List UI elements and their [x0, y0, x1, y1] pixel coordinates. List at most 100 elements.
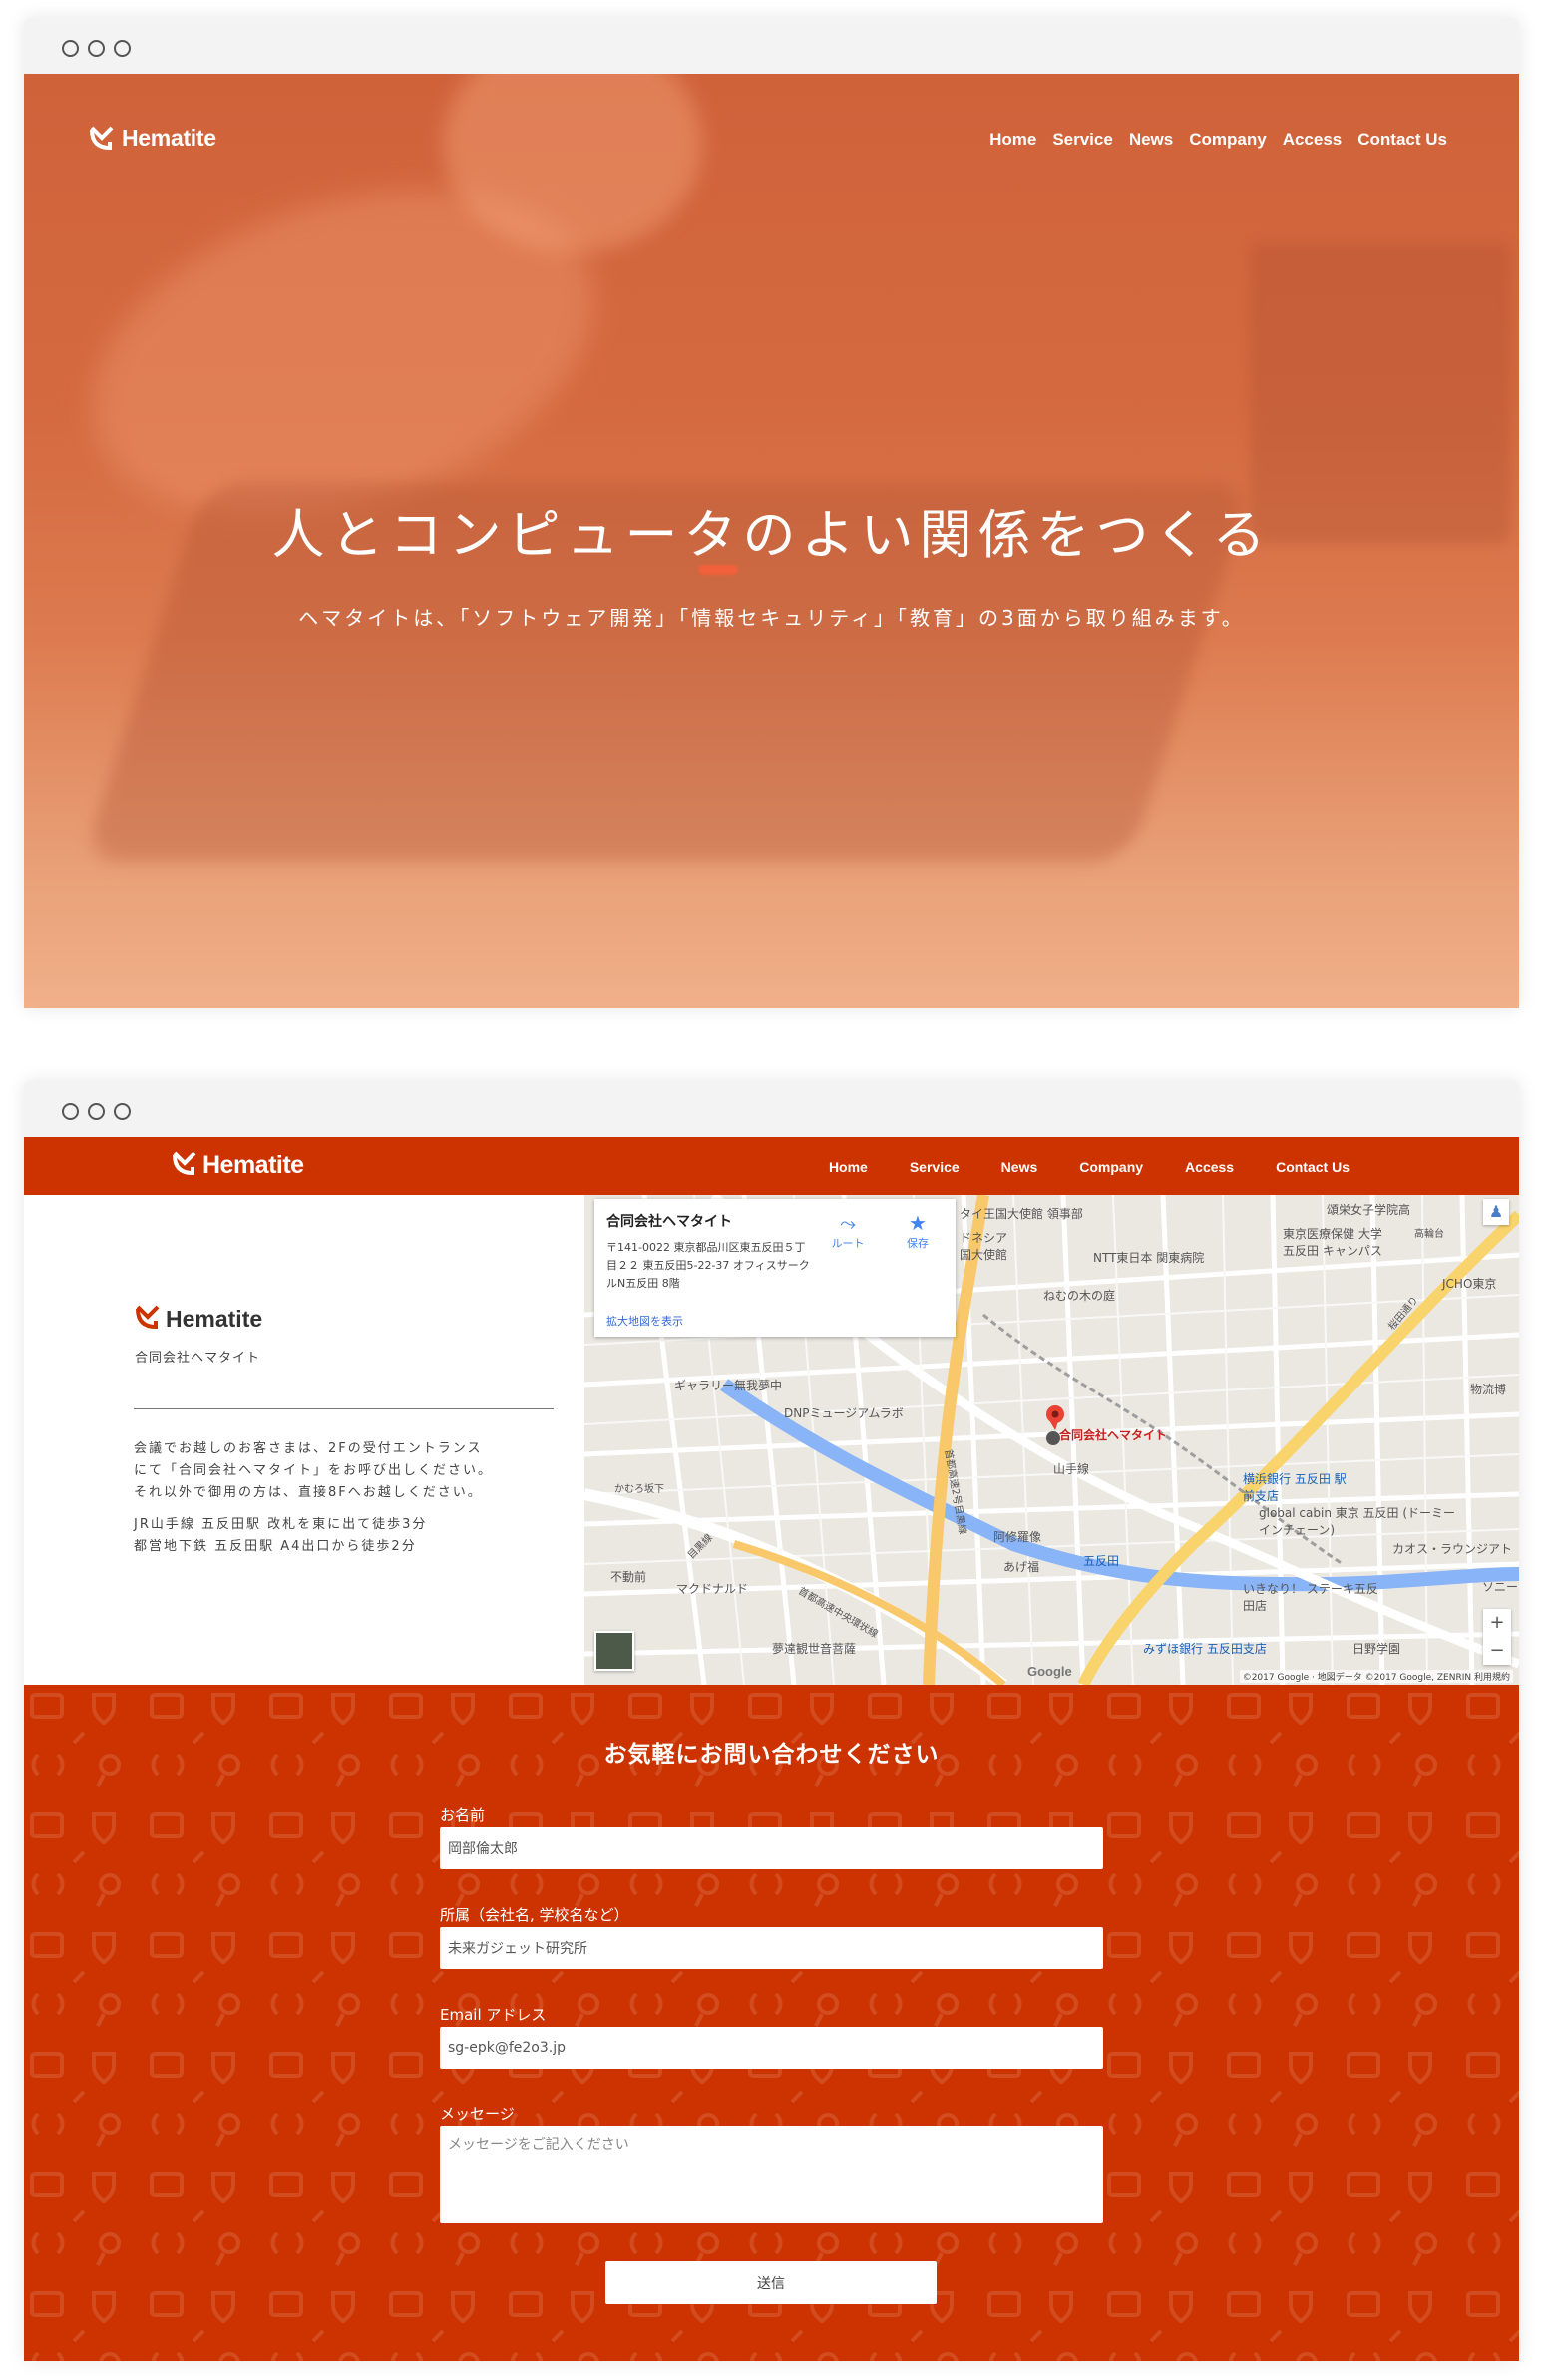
- header-nav: Home Service News Company Access Contact…: [787, 1159, 1350, 1175]
- message-field[interactable]: [440, 2126, 1103, 2223]
- company-name: 合同会社ヘマタイト: [135, 1351, 261, 1366]
- organization-field[interactable]: [440, 1927, 1103, 1969]
- map-label: global cabin 東京 五反田 (ドーミーインチェーン): [1259, 1506, 1456, 1537]
- contact-section: お気軽にお問い合わせください お名前 所属（会社名, 学校名など） Email …: [24, 1685, 1519, 2361]
- map-label: ドネシア 国大使館: [960, 1231, 1008, 1262]
- map-label: ソニー: [1482, 1580, 1519, 1594]
- star-icon: ★: [909, 1211, 927, 1235]
- map-label: カオス・ラウンジアト: [1392, 1542, 1513, 1556]
- reception-note-line: 会議でお越しのお客さまは、2Fの受付エントランス: [134, 1441, 483, 1456]
- station-line: JR山手線 五反田駅 改札を東に出て徒歩3分: [134, 1517, 428, 1532]
- hematite-logo-icon: [134, 1303, 162, 1335]
- map-label: 高輪台: [1414, 1229, 1444, 1240]
- map-label: NTT東日本 関東病院: [1093, 1251, 1205, 1265]
- nav-contact-us[interactable]: Contact Us: [1276, 1159, 1350, 1175]
- save-label: 保存: [907, 1237, 929, 1250]
- map-attribution: ©2017 Google · 地図データ ©2017 Google, ZENRI…: [1239, 1670, 1513, 1683]
- logo-text: Hematite: [202, 1150, 304, 1179]
- reception-note-line: にて「合同会社ヘマタイト」をお呼び出しください。: [134, 1463, 494, 1478]
- window-titlebar: [24, 1081, 1519, 1137]
- map-label: 不動前: [610, 1570, 647, 1584]
- terms-link[interactable]: 利用規約: [1474, 1673, 1510, 1683]
- nav-news[interactable]: News: [1129, 130, 1173, 150]
- google-logo: Google: [1027, 1664, 1072, 1679]
- hero-logo[interactable]: Hematite: [88, 124, 216, 152]
- street-view-pegman-icon[interactable]: ♟: [1483, 1199, 1509, 1225]
- window-controls: [62, 40, 131, 57]
- map-label: 頌栄女子学院高: [1327, 1203, 1411, 1217]
- map-label: 夢達観世音菩薩: [772, 1642, 857, 1656]
- map-place-card: 合同会社ヘマタイト 〒141-0022 東京都品川区東五反田５丁目２２ 東五反田…: [594, 1199, 956, 1337]
- save-button[interactable]: ★ 保存: [896, 1211, 940, 1251]
- access-info: Hematite 合同会社ヘマタイト 会議でお越しのお客さまは、2Fの受付エント…: [24, 1195, 584, 1685]
- route-button[interactable]: ⤳ ルート: [826, 1211, 870, 1251]
- reception-note: 会議でお越しのお客さまは、2Fの受付エントランス にて「合同会社ヘマタイト」をお…: [134, 1438, 563, 1504]
- hero-subtitle: ヘマタイトは、「ソフトウェア開発」「情報セキュリティ」「教育」の3面から取り組み…: [298, 606, 1245, 630]
- icon-pattern-background: [24, 1685, 1519, 2361]
- name-field[interactable]: [440, 1827, 1103, 1869]
- window-dot-icon[interactable]: [88, 1103, 105, 1120]
- window-dot-icon[interactable]: [62, 40, 79, 57]
- window-dot-icon[interactable]: [88, 40, 105, 57]
- access-logo: Hematite: [134, 1303, 262, 1335]
- nav-news[interactable]: News: [1001, 1159, 1038, 1175]
- nav-home[interactable]: Home: [989, 130, 1036, 150]
- nav-home[interactable]: Home: [829, 1159, 868, 1175]
- hematite-logo-icon: [171, 1149, 198, 1181]
- map-label: JCHO東京: [1442, 1277, 1497, 1291]
- map-label: あげ福: [1003, 1560, 1040, 1574]
- nav-access[interactable]: Access: [1185, 1159, 1234, 1175]
- map-label: 横浜銀行 五反田 駅前支店: [1243, 1472, 1347, 1503]
- zoom-control: + −: [1483, 1609, 1511, 1665]
- message-label: メッセージ: [440, 2105, 515, 2123]
- reception-note-line: それ以外で御用の方は、直接8Fへお越しください。: [134, 1485, 483, 1500]
- name-label: お名前: [440, 1806, 486, 1824]
- map-label: 五反田: [1083, 1554, 1120, 1568]
- directions-icon: ⤳: [840, 1211, 856, 1235]
- browser-window-hero: Hematite Home Service News Company Acces…: [24, 18, 1519, 1008]
- submit-button[interactable]: 送信: [605, 2261, 937, 2304]
- satellite-toggle[interactable]: [594, 1631, 634, 1671]
- logo-text: Hematite: [122, 124, 216, 151]
- google-map[interactable]: 合同会社ヘマタイト 〒141-0022 東京都品川区東五反田５丁目２２ 東五反田…: [584, 1195, 1519, 1685]
- nav-contact-us[interactable]: Contact Us: [1357, 130, 1447, 150]
- hero-nav: Home Service News Company Access Contact…: [989, 130, 1447, 150]
- nav-service[interactable]: Service: [910, 1159, 960, 1175]
- contact-title: お気軽にお問い合わせください: [603, 1742, 940, 1768]
- map-label: マクドナルド: [676, 1582, 749, 1596]
- map-label: 阿修羅像: [993, 1530, 1042, 1544]
- browser-window-access: Hematite Home Service News Company Acces…: [24, 1081, 1519, 2361]
- map-label: かむろ坂下: [614, 1484, 664, 1495]
- attribution-text: ©2017 Google · 地図データ ©2017 Google, ZENRI…: [1242, 1673, 1472, 1683]
- map-label: 物流博: [1470, 1383, 1507, 1396]
- nav-company[interactable]: Company: [1079, 1159, 1143, 1175]
- map-label: みずほ銀行 五反田支店: [1143, 1642, 1267, 1656]
- window-dot-icon[interactable]: [114, 1103, 131, 1120]
- map-label: DNPミュージアムラボ: [784, 1406, 904, 1420]
- window-controls: [62, 1103, 131, 1120]
- map-pin-label[interactable]: 合同会社ヘマタイト: [1059, 1426, 1167, 1443]
- zoom-in-button[interactable]: +: [1483, 1609, 1511, 1637]
- nav-service[interactable]: Service: [1052, 130, 1113, 150]
- logo-text: Hematite: [166, 1305, 263, 1332]
- station-line: 都営地下鉄 五反田駅 A4出口から徒歩2分: [134, 1539, 417, 1554]
- hero-title: 人とコンピュータのよい関係をつくる: [271, 505, 1272, 566]
- route-label: ルート: [831, 1237, 865, 1250]
- zoom-out-button[interactable]: −: [1483, 1637, 1511, 1665]
- map-label: 東京医療保健 大学 五反田 キャンパス: [1283, 1227, 1382, 1258]
- map-label: 山手線: [1053, 1462, 1090, 1476]
- place-title: 合同会社ヘマタイト: [606, 1214, 732, 1230]
- window-dot-icon[interactable]: [62, 1103, 79, 1120]
- nav-company[interactable]: Company: [1189, 130, 1266, 150]
- map-label: ギャラリー無我夢中: [674, 1379, 783, 1392]
- header-logo[interactable]: Hematite: [171, 1149, 304, 1181]
- access-directions: 会議でお越しのお客さまは、2Fの受付エントランス にて「合同会社ヘマタイト」をお…: [134, 1438, 563, 1568]
- hematite-logo-icon: [88, 124, 116, 152]
- view-larger-map-link[interactable]: 拡大地図を表示: [606, 1313, 683, 1329]
- map-label: タイ王国大使館 領事部: [960, 1207, 1083, 1221]
- email-field[interactable]: [440, 2027, 1103, 2069]
- nav-access[interactable]: Access: [1283, 130, 1343, 150]
- divider: [134, 1408, 554, 1409]
- organization-label: 所属（会社名, 学校名など）: [440, 1906, 629, 1924]
- window-dot-icon[interactable]: [114, 40, 131, 57]
